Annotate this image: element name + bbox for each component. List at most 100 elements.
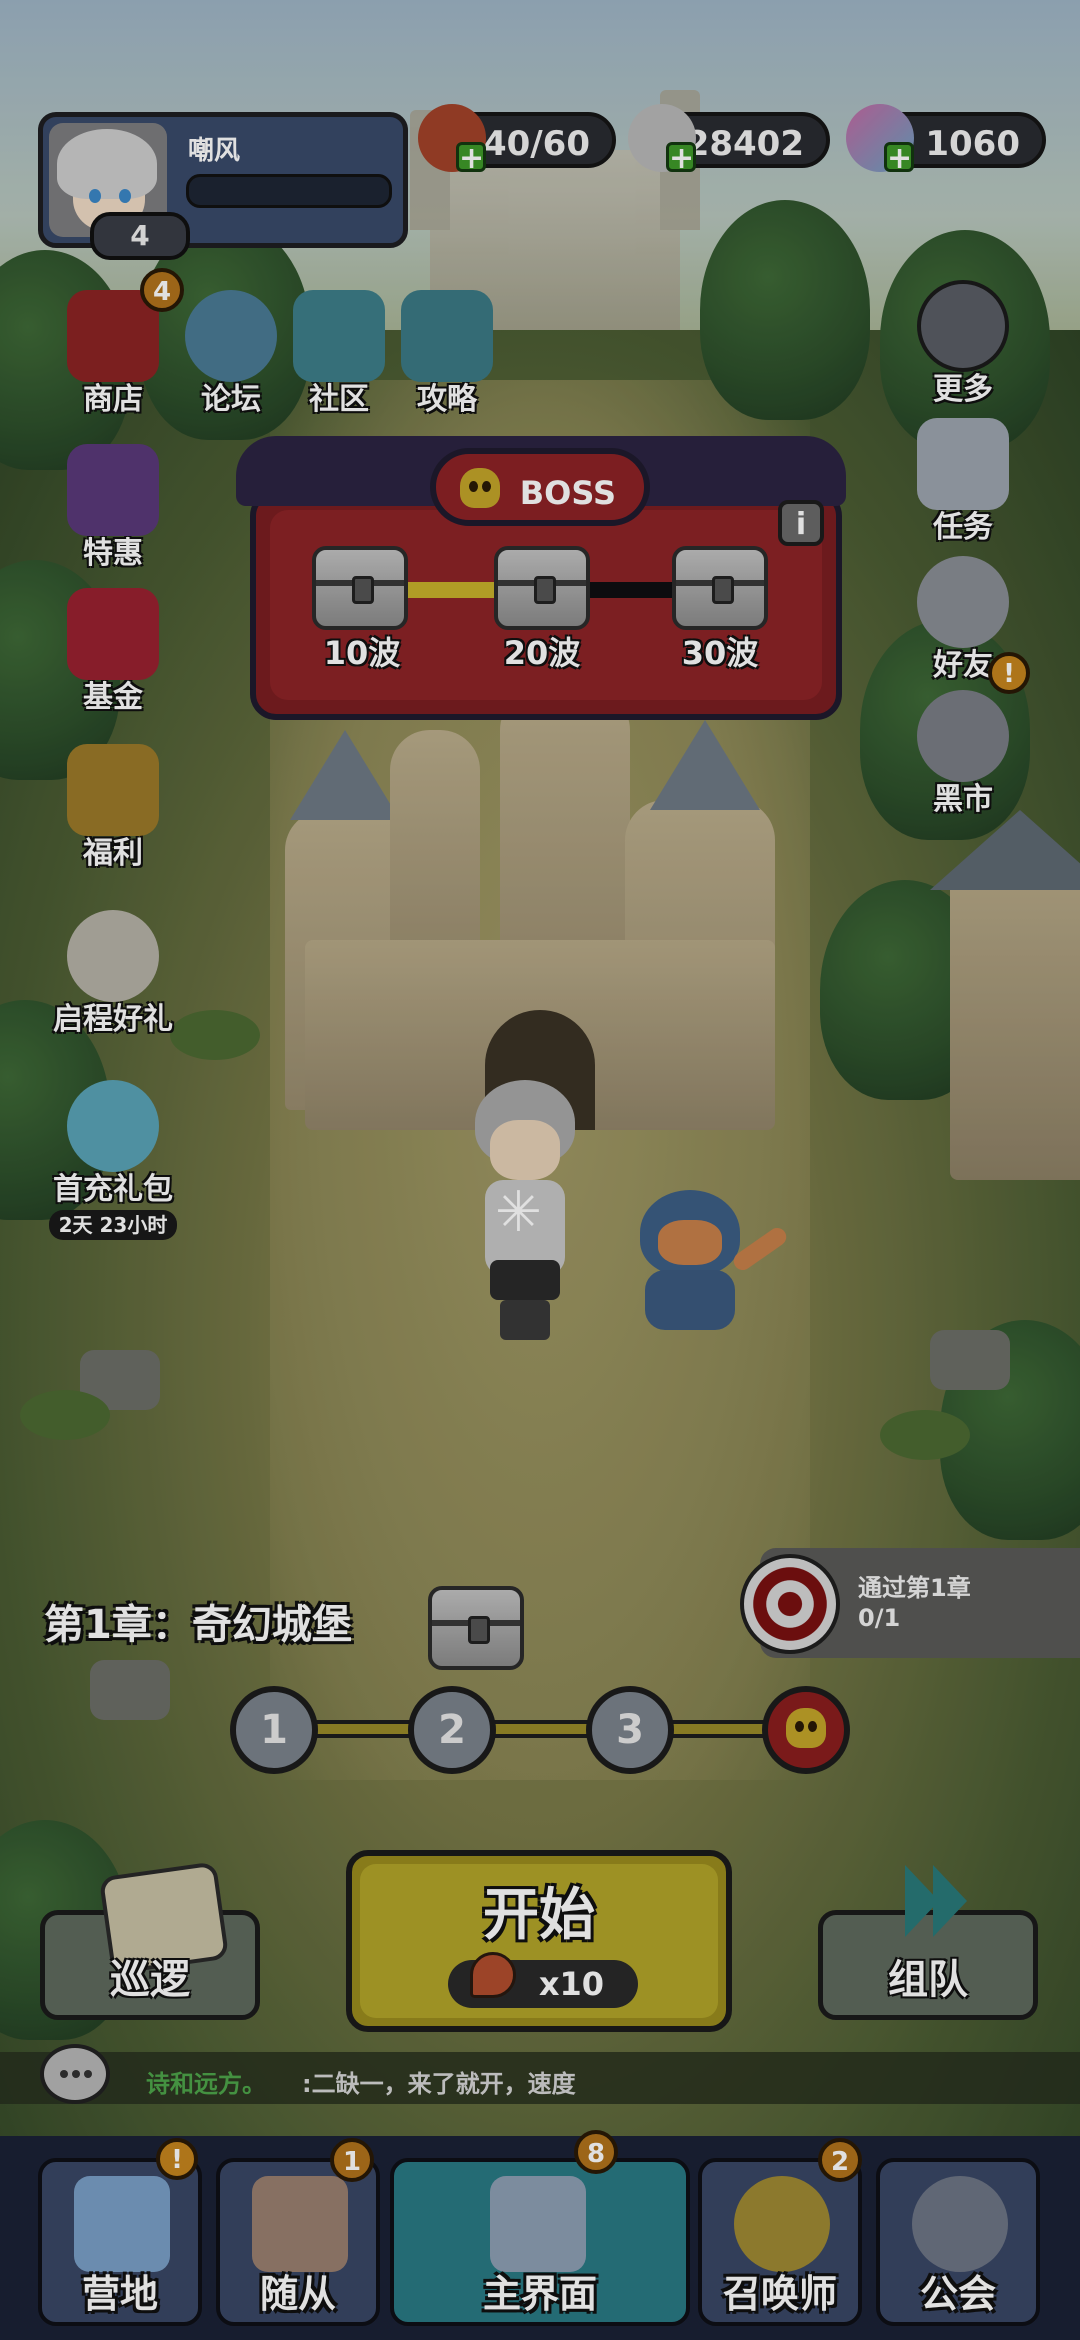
menu-guide[interactable]: 攻略 [382, 290, 512, 418]
camp-alert-badge: ! [156, 2138, 198, 2180]
main-castle-icon [490, 2176, 586, 2272]
first-recharge-icon [67, 1080, 159, 1172]
team-button[interactable]: 组队 [818, 1865, 1038, 2020]
stone-house [930, 810, 1080, 1180]
wave-label: 10波 [323, 634, 401, 672]
alert-icon: ! [988, 652, 1030, 694]
chat-dot [72, 2070, 80, 2078]
community-icon [293, 290, 385, 382]
player-name: 嘲风 [188, 136, 241, 166]
menu-deal[interactable]: 特惠 [48, 444, 178, 572]
skull-icon [460, 468, 500, 508]
chat-sender: 诗和远方。 [146, 2070, 266, 2098]
target-icon [740, 1554, 840, 1654]
nav-label: 营地 [81, 2272, 158, 2316]
bush [20, 1390, 110, 1440]
nav-camp[interactable]: 营地 [38, 2158, 202, 2326]
start-button[interactable]: 开始 x10 [346, 1850, 732, 2032]
quest-title: 通过第1章 [858, 1574, 971, 1602]
black-market-icon [917, 690, 1009, 782]
wave-label: 30波 [681, 634, 759, 672]
avatar-eye [89, 189, 101, 203]
hero-legs [500, 1300, 550, 1340]
journey-gift-icon [67, 910, 159, 1002]
more-icon [917, 280, 1009, 372]
guide-icon [401, 290, 493, 382]
summoner-icon [734, 2176, 830, 2272]
add-stamina-button[interactable]: + [456, 142, 486, 174]
friends-icon [917, 556, 1009, 648]
welfare-icon [67, 744, 159, 836]
menu-black-market[interactable]: 黑市 [898, 690, 1028, 818]
cat-body [645, 1270, 735, 1330]
cat-companion[interactable] [620, 1190, 790, 1340]
menu-journey-gift[interactable]: 启程好礼 [48, 910, 178, 1038]
wave-label: 20波 [503, 634, 581, 672]
follower-badge: 1 [330, 2138, 374, 2182]
nav-label: 召唤师 [722, 2272, 837, 2316]
add-gold-button[interactable]: + [666, 142, 696, 174]
stage-progress-line [270, 1720, 810, 1738]
chat-message: :二缺一，来了就开，速度 [302, 2070, 576, 2098]
forum-icon [185, 290, 277, 382]
rock [90, 1660, 170, 1720]
tree [700, 200, 870, 420]
quest-progress: 0/1 [858, 1604, 901, 1632]
patrol-label: 巡逻 [110, 1957, 190, 2003]
deal-icon [67, 444, 159, 536]
nav-label: 主界面 [482, 2272, 597, 2316]
hero-skirt [490, 1260, 560, 1300]
bush [170, 1010, 260, 1060]
boss-stage-node[interactable] [762, 1686, 850, 1774]
hero-face [490, 1120, 560, 1180]
summoner-badge: 2 [818, 2138, 862, 2182]
task-icon [917, 418, 1009, 510]
stage-node[interactable]: 3 [586, 1686, 674, 1774]
tower-roof [650, 720, 760, 810]
chapter-chest[interactable] [428, 1586, 524, 1670]
sparkle-icon: ✳ [495, 1180, 542, 1245]
wave-chest-20[interactable] [494, 546, 590, 630]
guild-lock-icon [912, 2176, 1008, 2272]
meat-icon [470, 1952, 516, 1998]
chat-dot [84, 2070, 92, 2078]
rock [930, 1330, 1010, 1390]
stage-node[interactable]: 2 [408, 1686, 496, 1774]
nav-guild[interactable]: 公会 [876, 2158, 1040, 2326]
nav-follower[interactable]: 随从 [216, 2158, 380, 2326]
menu-welfare[interactable]: 福利 [48, 744, 178, 872]
avatar-hair [57, 129, 157, 199]
patrol-button[interactable]: 巡逻 [40, 1861, 260, 2020]
menu-task[interactable]: 任务 [898, 418, 1028, 546]
wave-chest-30[interactable] [672, 546, 768, 630]
camp-icon [74, 2176, 170, 2272]
arrow-icon [933, 1865, 967, 1937]
info-button[interactable]: i [778, 500, 824, 546]
ruined-castle [275, 690, 805, 1130]
avatar-eye [119, 189, 131, 203]
nav-main[interactable]: 主界面 [390, 2158, 690, 2326]
fund-icon [67, 588, 159, 680]
wave-chest-10[interactable] [312, 546, 408, 630]
chapter-title: 第1章：奇幻城堡 [44, 1602, 352, 1648]
menu-more[interactable]: 更多 [898, 280, 1028, 408]
player-level-badge: 4 [90, 212, 190, 260]
offer-timer: 2天 23小时 [48, 1210, 178, 1240]
chat-bubble-icon[interactable] [40, 2044, 110, 2104]
team-label: 组队 [888, 1957, 968, 2003]
skull-icon [786, 1708, 826, 1748]
nav-label: 随从 [259, 2272, 336, 2316]
nav-summoner[interactable]: 召唤师 [698, 2158, 862, 2326]
start-label: 开始 [483, 1883, 595, 1948]
nav-label: 公会 [919, 2272, 996, 2316]
cat-face [658, 1220, 722, 1265]
add-gems-button[interactable]: + [884, 142, 914, 174]
menu-first-recharge[interactable]: 首充礼包 2天 23小时 [48, 1080, 178, 1240]
follower-icon [252, 2176, 348, 2272]
chat-dot [60, 2070, 68, 2078]
exp-bar [186, 174, 392, 208]
bush [880, 1410, 970, 1460]
main-badge: 8 [574, 2130, 618, 2174]
menu-fund[interactable]: 基金 [48, 588, 178, 716]
stage-node[interactable]: 1 [230, 1686, 318, 1774]
